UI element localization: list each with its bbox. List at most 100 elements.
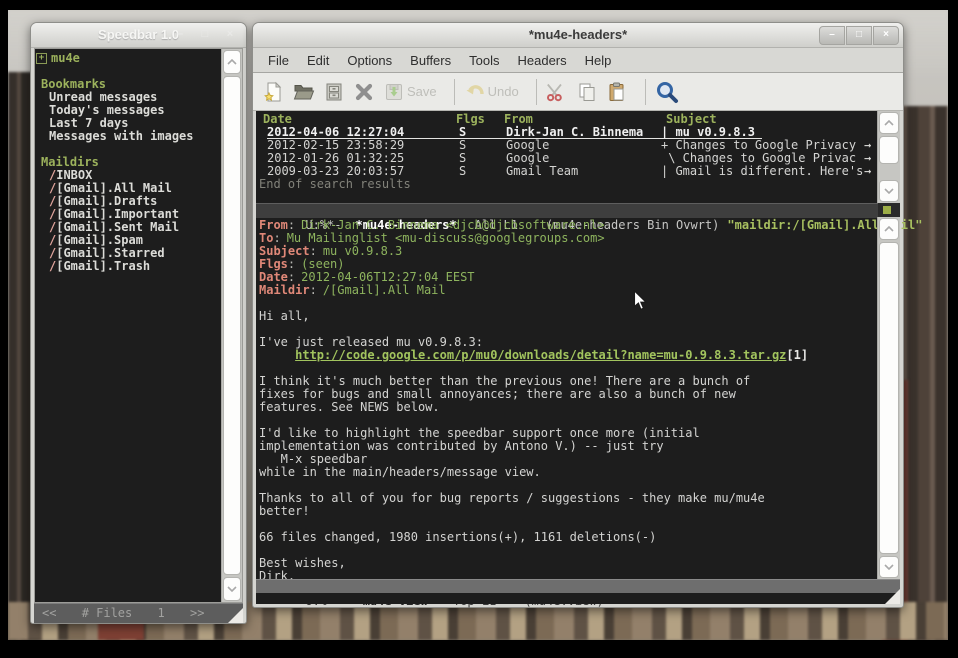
maildir-name: [Gmail].Drafts [56,194,157,208]
menu-file[interactable]: File [259,49,298,72]
close-button[interactable]: × [873,26,899,45]
speedbar-window: Speedbar 1.0 – □ × + mu4e Bookmarks Unre… [30,22,247,624]
undo-icon [464,81,486,103]
mouse-cursor [633,290,648,316]
scroll-down-button[interactable] [879,556,899,578]
mu4e-view-pane: FromDirk-Jan C. Binnema <djcb@djcbsoftwa… [256,217,878,581]
field-label: To [259,231,281,245]
mu4e-headers-pane: Date Flgs From Subject 2012-04-06 12:27:… [256,111,878,205]
close-buffer-button[interactable] [353,81,375,103]
message-row[interactable]: 2009-03-23 20:03:57 S Gmail Team | Gmail… [256,165,878,178]
close-button[interactable]: × [218,26,242,43]
maximize-button[interactable]: □ [846,26,872,45]
speedbar-content: + mu4e Bookmarks Unread messages Today's… [35,49,222,602]
field-label: Flgs [259,257,295,271]
new-file-icon [263,81,285,103]
menu-headers[interactable]: Headers [508,49,575,72]
scroll-up-button[interactable] [223,50,241,74]
menu-help[interactable]: Help [576,49,621,72]
field-label: Maildir [259,283,317,297]
arrow-cursor-icon [633,290,648,311]
toolbar-separator [645,79,646,105]
undo-button[interactable]: Undo [464,81,519,103]
field-value: (seen) [301,257,344,271]
speedbar-frame: + mu4e Bookmarks Unread messages Today's… [34,48,243,603]
message-line: features. See NEWS below. [256,401,878,414]
field-value: mu v0.9.8.3 [323,244,402,258]
field-label: From [259,218,295,232]
close-x-icon [353,81,375,103]
scroll-down-button[interactable] [879,180,899,202]
menu-options[interactable]: Options [338,49,401,72]
dired-button[interactable] [323,81,345,103]
speedbar-prev-button[interactable]: << [42,606,56,620]
speedbar-root-label[interactable]: mu4e [51,52,80,65]
download-link[interactable]: http://code.google.com/p/mu0/downloads/d… [295,348,786,362]
echo-area[interactable] [256,593,900,604]
sidebar-item-images[interactable]: Messages with images [35,130,222,143]
speedbar-window-buttons: – □ × [167,26,242,43]
speedbar-next-button[interactable]: >> [190,606,204,620]
scroll-up-button[interactable] [879,112,899,134]
row-flags: S [459,165,466,178]
speedbar-scrollbar[interactable] [221,49,242,602]
maildir-name: [Gmail].All Mail [56,181,172,195]
emacs-window: *mu4e-headers* – □ × File Edit Options B… [252,22,904,608]
cut-button[interactable] [546,81,568,103]
message-line: Thanks to all of you for bug reports / s… [256,492,878,505]
message-line: Best wishes, [256,557,878,570]
search-button[interactable] [655,80,679,104]
scrollbar-thumb[interactable] [879,136,899,164]
save-icon [383,81,405,103]
minimize-button[interactable]: – [168,26,192,43]
view-scrollbar[interactable] [877,217,900,579]
row-from: Gmail Team [506,165,578,178]
scroll-up-button[interactable] [879,218,899,240]
maildir-name: [Gmail].Spam [56,233,143,247]
minimize-button[interactable]: – [819,26,845,45]
copy-icon [576,81,598,103]
scrollbar-thumb[interactable] [879,242,899,554]
headers-scrollbar[interactable] [877,111,900,203]
save-button[interactable]: Save [383,81,437,103]
mu4e-view-modeline: U:%*-*mu4e-view*Top L1(mu4e:view) [256,579,900,594]
menu-buffers[interactable]: Buffers [401,49,460,72]
speedbar-files-label: # Files [82,606,133,620]
resize-grip[interactable] [885,589,900,604]
cut-scissors-icon [546,81,568,103]
speedbar-modeline: << # Files 1 >> [34,603,243,623]
speedbar-titlebar[interactable]: Speedbar 1.0 – □ × [31,23,246,48]
field-value: 2012-04-06T12:27:04 EEST [301,270,474,284]
scroll-down-button[interactable] [223,577,241,601]
sidebar-item-trash[interactable]: /[Gmail].Trash [35,260,222,273]
copy-button[interactable] [576,81,598,103]
paste-clipboard-icon [606,81,628,103]
open-file-button[interactable] [293,81,315,103]
chevron-up-icon [884,120,894,126]
maximize-button[interactable]: □ [193,26,217,43]
chevron-up-icon [884,226,894,232]
paste-button[interactable] [606,81,628,103]
message-link-line: http://code.google.com/p/mu0/downloads/d… [256,349,878,362]
search-icon [655,80,679,104]
emacs-titlebar[interactable]: *mu4e-headers* – □ × [253,23,903,48]
expand-icon[interactable]: + [36,53,47,64]
scrollbar-track[interactable] [878,165,900,179]
field-value: /[Gmail].All Mail [323,283,446,297]
scrollbar-thumb[interactable] [223,76,241,575]
menu-tools[interactable]: Tools [460,49,508,72]
footnote-marker: [1] [786,348,808,362]
message-line: better! [256,505,878,518]
chevron-up-icon [227,59,237,65]
row-date: 2009-03-23 20:03:57 [267,165,404,178]
new-file-button[interactable] [263,81,285,103]
speedbar-root-item[interactable]: + mu4e [35,52,222,65]
message-line: Hi all, [256,310,878,323]
menu-edit[interactable]: Edit [298,49,338,72]
status-square-icon [883,206,891,214]
resize-grip[interactable] [228,608,243,623]
undo-label: Undo [488,84,519,99]
save-label: Save [407,84,437,99]
field-label: Date [259,270,295,284]
speedbar-files-count: 1 [158,606,165,620]
